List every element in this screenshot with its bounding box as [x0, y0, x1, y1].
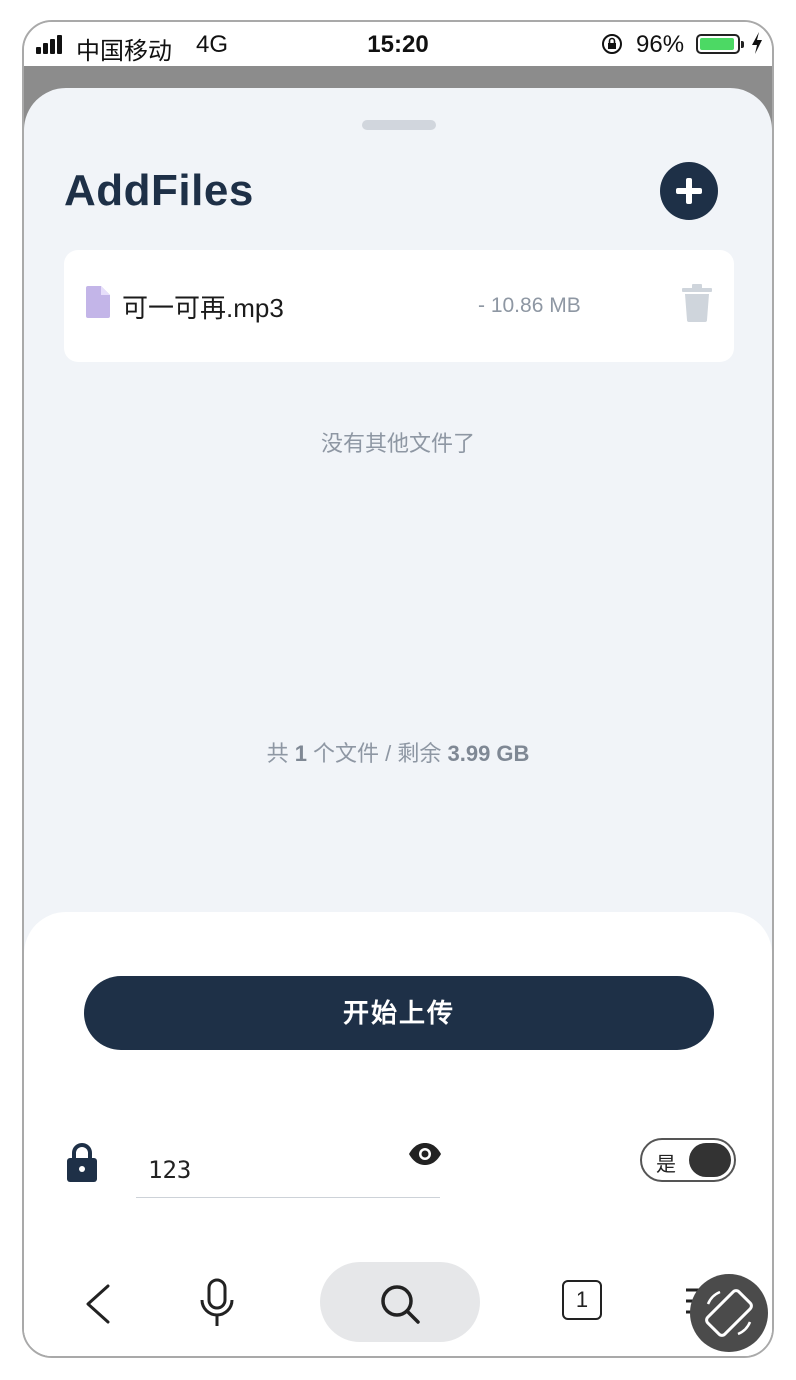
screen-rotate-button[interactable]	[690, 1274, 768, 1352]
trash-icon[interactable]	[682, 284, 712, 322]
password-toggle[interactable]: 是	[640, 1138, 736, 1182]
add-files-sheet: AddFiles 可一可再.mp3 - 10.86 MB 没有其他文件了 共 1…	[24, 88, 772, 1356]
start-upload-button[interactable]: 开始上传	[84, 976, 714, 1050]
summary-remaining: 3.99 GB	[447, 741, 530, 766]
file-list-item: 可一可再.mp3 - 10.86 MB	[64, 250, 734, 362]
sheet-title: AddFiles	[64, 166, 254, 215]
toggle-knob	[689, 1143, 731, 1177]
sheet-drag-handle[interactable]	[362, 120, 436, 130]
toggle-label: 是	[656, 1154, 676, 1176]
file-name: 可一可再.mp3	[122, 293, 284, 323]
tabs-button[interactable]: 1	[562, 1280, 602, 1320]
search-button[interactable]	[320, 1262, 480, 1342]
microphone-icon[interactable]	[198, 1278, 236, 1328]
file-icon	[86, 286, 110, 318]
rotate-icon	[705, 1289, 753, 1337]
add-file-button[interactable]	[660, 162, 718, 220]
eye-icon[interactable]	[408, 1142, 442, 1166]
rotation-lock-icon	[602, 34, 622, 54]
back-icon[interactable]	[82, 1284, 112, 1324]
browser-toolbar: 1	[24, 1250, 772, 1356]
summary-prefix: 共	[266, 741, 295, 766]
battery-icon	[696, 34, 744, 54]
charging-icon	[752, 32, 762, 54]
phone-frame: 中国移动 4G 15:20 96% AddFiles 可一可再.mp3 - 10…	[22, 20, 774, 1358]
status-bar: 中国移动 4G 15:20 96%	[24, 22, 772, 66]
file-size: - 10.86 MB	[478, 294, 581, 317]
password-input[interactable]: 123	[136, 1148, 440, 1198]
summary-middle: 个文件 / 剩余	[306, 741, 448, 766]
no-more-files-note: 没有其他文件了	[320, 431, 475, 456]
battery-percent: 96%	[636, 31, 685, 58]
search-icon	[381, 1285, 420, 1324]
summary-count: 1	[294, 741, 307, 766]
file-summary: 共 1 个文件 / 剩余 3.99 GB	[24, 736, 772, 768]
lock-icon	[67, 1143, 97, 1182]
